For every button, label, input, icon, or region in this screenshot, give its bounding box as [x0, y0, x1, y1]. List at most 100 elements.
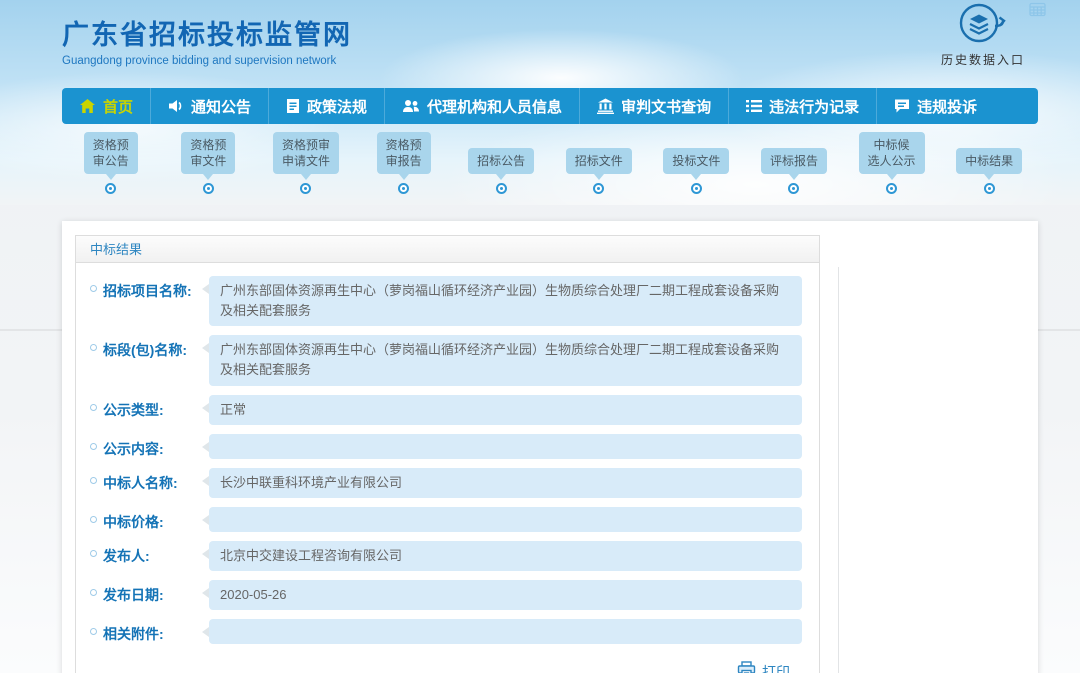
people-icon [402, 98, 420, 114]
calendar-icon[interactable] [1029, 2, 1046, 22]
step-label[interactable]: 资格预审 申请文件 [273, 132, 339, 174]
field-row-publicity-type: 公示类型: 正常 [90, 395, 802, 425]
nav-item-home[interactable]: 首页 [62, 88, 150, 124]
field-row-section-name: 标段(包)名称: 广州东部固体资源再生中心（萝岗福山循环经济产业园）生物质综合处… [90, 335, 802, 385]
field-value [209, 507, 802, 532]
field-row-publicity-content: 公示内容: [90, 434, 802, 459]
nav-item-label: 违法行为记录 [769, 96, 859, 117]
print-label: 打印 [762, 662, 790, 673]
step-label[interactable]: 资格预 审文件 [181, 132, 235, 174]
list-icon [746, 99, 762, 113]
step-tender-announcement[interactable]: 招标公告 [452, 140, 550, 194]
nav-item-agencies[interactable]: 代理机构和人员信息 [384, 88, 579, 124]
panel-title: 中标结果 [76, 236, 819, 263]
step-bid-document[interactable]: 投标文件 [648, 140, 746, 194]
step-dot-icon [398, 183, 409, 194]
page-container: 广东省招标投标监管网 Guangdong province bidding an… [62, 0, 1038, 673]
step-prequalification-announcement[interactable]: 资格预 审公告 [62, 140, 160, 194]
step-dot-icon [203, 183, 214, 194]
process-steps: 资格预 审公告 资格预 审文件 资格预审 申请文件 资格预 审报告 招标公告 招… [62, 140, 1038, 194]
field-row-attachments: 相关附件: [90, 619, 802, 644]
step-tender-document[interactable]: 招标文件 [550, 140, 648, 194]
vertical-divider [838, 267, 839, 673]
bubble-pointer-icon [887, 174, 897, 180]
print-button[interactable]: 打印 [737, 661, 790, 673]
bubble-pointer-icon [399, 174, 409, 180]
nav-item-policies[interactable]: 政策法规 [268, 88, 384, 124]
field-label: 公示类型: [103, 400, 164, 420]
site-title: 广东省招标投标监管网 [62, 13, 352, 52]
bank-icon [597, 98, 614, 114]
speaker-icon [168, 98, 184, 114]
site-subtitle: Guangdong province bidding and supervisi… [62, 55, 352, 67]
step-label[interactable]: 中标结果 [956, 148, 1022, 174]
field-value: 北京中交建设工程咨询有限公司 [209, 541, 802, 571]
step-evaluation-report[interactable]: 评标报告 [745, 140, 843, 194]
bubble-pointer-icon [594, 174, 604, 180]
field-label: 中标价格: [103, 512, 164, 532]
field-row-winner-name: 中标人名称: 长沙中联重科环境产业有限公司 [90, 468, 802, 498]
bullet-ring-icon [90, 550, 97, 557]
bullet-ring-icon [90, 443, 97, 450]
printer-icon [737, 661, 756, 673]
result-panel: 中标结果 招标项目名称: 广州东部固体资源再生中心（萝岗福山循环经济产业园）生物… [75, 235, 820, 673]
field-value [209, 434, 802, 459]
main-nav: 首页 通知公告 政策法规 代理机构和人员信息 审判文书查询 [62, 88, 1038, 124]
home-icon [79, 98, 96, 114]
field-label: 中标人名称: [103, 473, 178, 493]
step-label[interactable]: 投标文件 [663, 148, 729, 174]
step-prequalification-report[interactable]: 资格预 审报告 [355, 140, 453, 194]
nav-item-notices[interactable]: 通知公告 [150, 88, 268, 124]
step-label[interactable]: 资格预 审报告 [377, 132, 431, 174]
bullet-ring-icon [90, 516, 97, 523]
site-logo: 广东省招标投标监管网 Guangdong province bidding an… [62, 13, 352, 67]
nav-item-judgments[interactable]: 审判文书查询 [579, 88, 728, 124]
field-value: 广州东部固体资源再生中心（萝岗福山循环经济产业园）生物质综合处理厂二期工程成套设… [209, 335, 802, 385]
bubble-pointer-icon [984, 174, 994, 180]
field-value: 正常 [209, 395, 802, 425]
step-dot-icon [105, 183, 116, 194]
nav-item-complaints[interactable]: 违规投诉 [876, 88, 994, 124]
step-dot-icon [300, 183, 311, 194]
step-label[interactable]: 招标公告 [468, 148, 534, 174]
step-winning-candidates[interactable]: 中标候 选人公示 [843, 140, 941, 194]
field-value: 长沙中联重科环境产业有限公司 [209, 468, 802, 498]
history-data-entry[interactable]: 历史数据入口 [928, 2, 1038, 68]
content-card: 中标结果 招标项目名称: 广州东部固体资源再生中心（萝岗福山循环经济产业园）生物… [62, 221, 1038, 673]
nav-item-label: 首页 [103, 96, 133, 117]
step-prequalification-application[interactable]: 资格预审 申请文件 [257, 140, 355, 194]
step-dot-icon [886, 183, 897, 194]
step-dot-icon [593, 183, 604, 194]
bubble-pointer-icon [203, 174, 213, 180]
nav-item-label: 违规投诉 [917, 96, 977, 117]
bubble-pointer-icon [496, 174, 506, 180]
panel-body: 招标项目名称: 广州东部固体资源再生中心（萝岗福山循环经济产业园）生物质综合处理… [76, 263, 819, 673]
field-row-winning-price: 中标价格: [90, 507, 802, 532]
field-label: 招标项目名称: [103, 281, 192, 301]
step-prequalification-document[interactable]: 资格预 审文件 [160, 140, 258, 194]
bubble-pointer-icon [106, 174, 116, 180]
nav-item-label: 政策法规 [307, 96, 367, 117]
field-label: 发布日期: [103, 585, 164, 605]
history-layers-icon[interactable] [957, 31, 1009, 48]
bullet-ring-icon [90, 589, 97, 596]
nav-item-violations[interactable]: 违法行为记录 [728, 88, 876, 124]
step-dot-icon [691, 183, 702, 194]
bubble-pointer-icon [789, 174, 799, 180]
bullet-ring-icon [90, 285, 97, 292]
history-entry-label[interactable]: 历史数据入口 [928, 51, 1038, 68]
field-label: 发布人: [103, 546, 150, 566]
bullet-ring-icon [90, 477, 97, 484]
step-label[interactable]: 评标报告 [761, 148, 827, 174]
step-dot-icon [788, 183, 799, 194]
nav-item-label: 通知公告 [191, 96, 251, 117]
print-row: 打印 [90, 653, 802, 673]
step-winning-result[interactable]: 中标结果 [940, 140, 1038, 194]
field-row-publish-date: 发布日期: 2020-05-26 [90, 580, 802, 610]
step-dot-icon [984, 183, 995, 194]
document-icon [286, 98, 300, 114]
step-label[interactable]: 招标文件 [566, 148, 632, 174]
nav-item-label: 代理机构和人员信息 [427, 96, 562, 117]
step-label[interactable]: 资格预 审公告 [84, 132, 138, 174]
step-label[interactable]: 中标候 选人公示 [859, 132, 925, 174]
